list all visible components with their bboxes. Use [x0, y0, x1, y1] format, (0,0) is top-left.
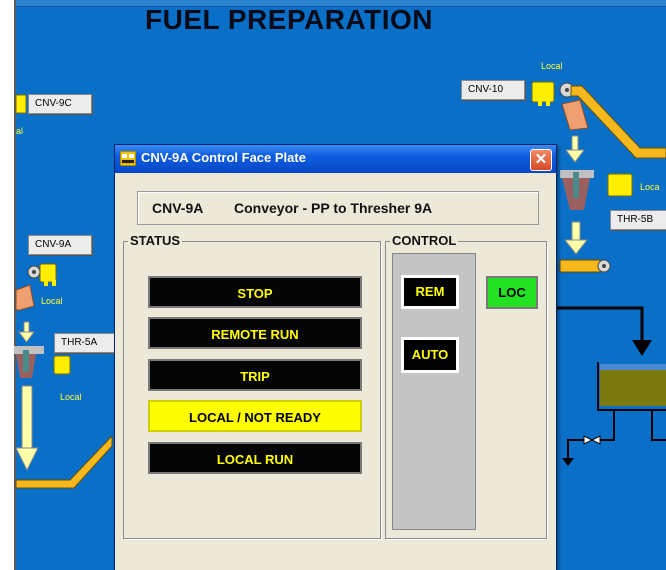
- down-arrow-icon: [18, 321, 35, 343]
- motor-icon: [39, 263, 57, 286]
- status-remote-run[interactable]: REMOTE RUN: [148, 317, 362, 349]
- tag-thr-5a[interactable]: THR-5A: [54, 333, 120, 353]
- tag-thr-5b[interactable]: THR-5B: [610, 210, 666, 230]
- equipment-id: CNV-9A: [152, 200, 204, 216]
- thresher-icon: [14, 346, 44, 378]
- pipe: [651, 410, 666, 441]
- tag-cnv-10[interactable]: CNV-10: [461, 80, 525, 100]
- status-stop[interactable]: STOP: [148, 276, 362, 308]
- chute: [15, 284, 35, 311]
- loc-button[interactable]: LOC: [486, 276, 538, 309]
- down-arrow-icon: [565, 135, 585, 163]
- down-arrow-icon: [15, 385, 39, 472]
- pulley-icon: [597, 259, 611, 273]
- auto-button[interactable]: AUTO: [401, 337, 459, 373]
- local-indicator: Loca: [640, 182, 660, 192]
- dialog-titlebar[interactable]: CNV-9A Control Face Plate ✕: [115, 145, 556, 173]
- hmi-screen: FUEL PREPARATION CNV-9C al CNV-10 Local …: [0, 0, 666, 570]
- motor-icon: [531, 81, 555, 106]
- motor-icon: [53, 355, 71, 375]
- tank: [597, 362, 666, 411]
- control-group-label: CONTROL: [390, 233, 459, 248]
- close-button[interactable]: ✕: [530, 149, 552, 171]
- down-arrow-icon: [563, 221, 589, 255]
- close-icon: ✕: [534, 151, 548, 168]
- dialog-title: CNV-9A Control Face Plate: [141, 150, 306, 165]
- status-local-not-ready[interactable]: LOCAL / NOT READY: [148, 400, 362, 432]
- rem-button[interactable]: REM: [401, 275, 459, 309]
- faceplate-icon: [120, 151, 136, 166]
- pulley-icon: [27, 265, 41, 279]
- control-faceplate-dialog: CNV-9A Control Face Plate ✕ CNV-9A Conve…: [114, 144, 557, 570]
- tag-cnv-9c[interactable]: CNV-9C: [28, 94, 92, 114]
- equipment-description: Conveyor - PP to Thresher 9A: [234, 200, 433, 216]
- tag-cnv-9a[interactable]: CNV-9A: [28, 235, 92, 255]
- valve-icon: [583, 435, 601, 445]
- conveyor-belt: [559, 259, 601, 273]
- local-indicator: al: [16, 126, 24, 136]
- pipe: [556, 306, 644, 345]
- status-trip[interactable]: TRIP: [148, 359, 362, 391]
- pipe: [567, 410, 615, 460]
- down-arrow-icon: [632, 340, 652, 356]
- status-local-run[interactable]: LOCAL RUN: [148, 442, 362, 474]
- thresher-icon: [560, 170, 594, 210]
- local-indicator: Local: [541, 61, 563, 71]
- local-indicator: Local: [60, 392, 82, 402]
- motor-icon: [15, 94, 27, 114]
- status-group-label: STATUS: [128, 233, 183, 248]
- motor-icon: [607, 173, 633, 197]
- local-indicator: Local: [41, 296, 63, 306]
- chute: [561, 99, 589, 131]
- equipment-header: CNV-9A Conveyor - PP to Thresher 9A: [137, 191, 539, 225]
